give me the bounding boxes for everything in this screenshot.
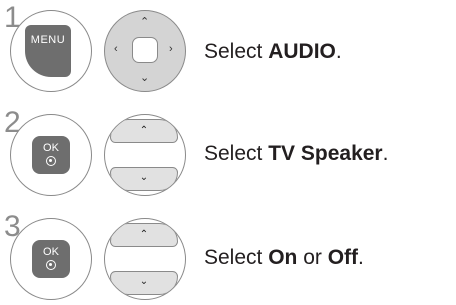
up-down-arrows-icon: ⌃ ⌄ (104, 218, 186, 300)
step-instruction: Select On or Off. (204, 246, 364, 270)
up-down-arrows-icon: ⌃ ⌄ (104, 114, 186, 196)
arrow-left-icon: ‹ (114, 43, 118, 55)
step-3: 3 OK ⌃ ⌄ Select On or Off. (0, 212, 456, 304)
instruction-prefix: Select (204, 142, 269, 165)
step-instruction: Select AUDIO. (204, 40, 342, 64)
instruction-prefix: Select (204, 40, 269, 63)
dpad-center-icon (132, 37, 158, 63)
ok-button-illustration: OK (10, 114, 92, 196)
ok-dot-icon (46, 156, 56, 166)
instruction-suffix: . (335, 40, 342, 63)
instruction-target: AUDIO (268, 40, 336, 63)
instruction-target: TV Speaker (268, 142, 383, 165)
arrow-down-icon: ⌄ (140, 72, 150, 84)
ok-key-label: OK (43, 142, 59, 154)
step-instruction: Select TV Speaker. (204, 142, 388, 166)
up-arrow-key-icon: ⌃ (110, 119, 178, 143)
arrow-up-icon: ⌃ (140, 16, 150, 28)
step-2: 2 OK ⌃ ⌄ Select TV Speaker. (0, 108, 456, 198)
menu-button-illustration: MENU (10, 10, 92, 92)
instruction-connector: or (297, 246, 328, 269)
ok-key-icon: OK (32, 136, 70, 174)
ok-dot-icon (46, 260, 56, 270)
four-way-dpad-icon: ⌃ ⌄ ‹ › (104, 10, 186, 92)
instruction-option-off: Off (327, 246, 359, 269)
instruction-suffix: . (358, 246, 364, 269)
ok-key-label: OK (43, 246, 59, 258)
menu-key-icon: MENU (25, 25, 71, 77)
instruction-suffix: . (382, 142, 389, 165)
instruction-option-on: On (268, 246, 298, 269)
step-1: 1 MENU ⌃ ⌄ ‹ › Select AUDIO. (0, 0, 456, 95)
menu-key-label: MENU (30, 34, 66, 46)
down-arrow-key-icon: ⌄ (110, 167, 178, 191)
instruction-prefix: Select (204, 246, 269, 269)
down-arrow-key-icon: ⌄ (110, 271, 178, 295)
arrow-right-icon: › (169, 43, 173, 55)
ok-button-illustration: OK (10, 218, 92, 300)
ok-key-icon: OK (32, 240, 70, 278)
up-arrow-key-icon: ⌃ (110, 223, 178, 247)
